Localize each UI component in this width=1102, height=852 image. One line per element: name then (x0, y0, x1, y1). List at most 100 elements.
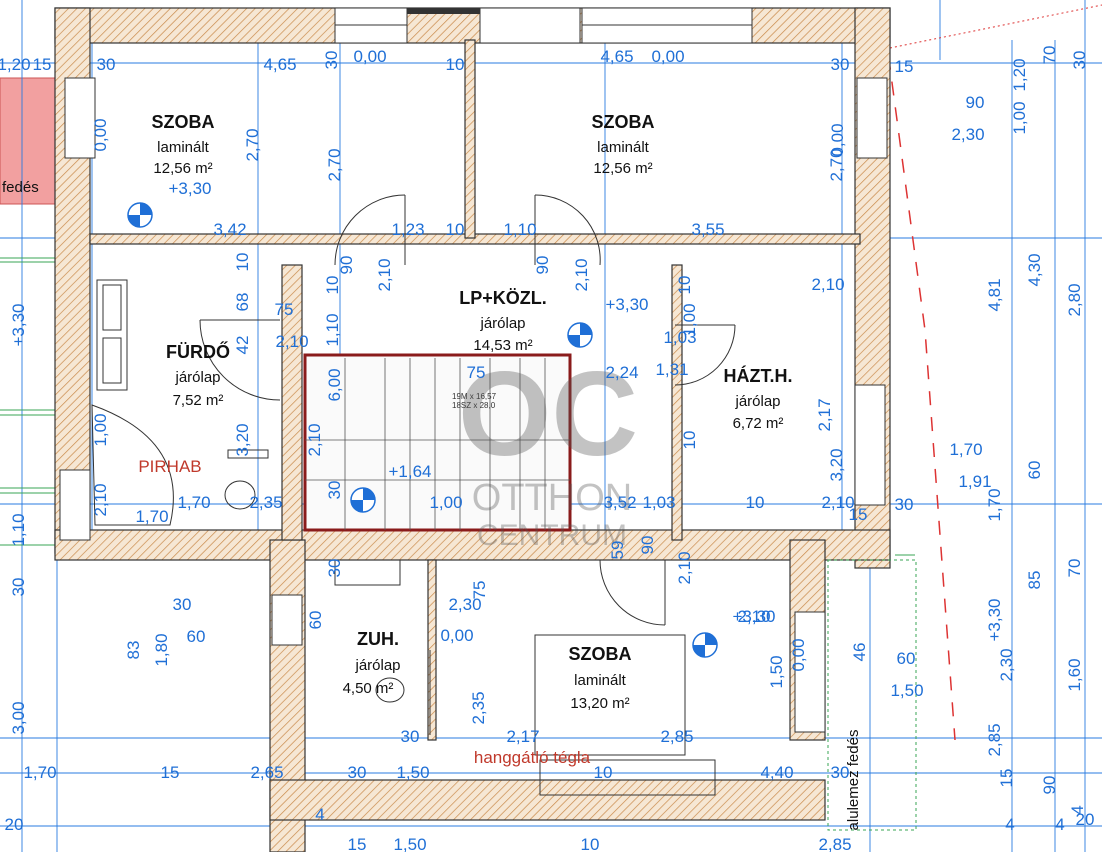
room-name: SZOBA (592, 112, 655, 132)
dimension-label: 4 (1055, 815, 1064, 834)
dimension-label: 1,91 (958, 472, 991, 491)
dimension-label: +3,30 (9, 303, 28, 346)
dimension-label: 30 (831, 763, 850, 782)
svg-text:CENTRUM: CENTRUM (477, 519, 627, 552)
dimension-label: 0,00 (353, 47, 386, 66)
dimension-label: 1,31 (655, 360, 688, 379)
room-level: +3,30 (168, 179, 211, 198)
dimension-label: 90 (966, 93, 985, 112)
dimension-label: 2,70 (325, 148, 344, 181)
dimension-label: 30 (322, 51, 341, 70)
room-area: 4,50 m² (343, 680, 394, 697)
dimension-label: 30 (9, 578, 28, 597)
dimension-label: 30 (1070, 51, 1089, 70)
dimension-label: 1,70 (949, 440, 982, 459)
dimension-label: 1,70 (177, 493, 210, 512)
dimension-label: 2,70 (243, 128, 262, 161)
dimension-label: 1,50 (890, 681, 923, 700)
dimension-label: 1,10 (323, 313, 342, 346)
room-name: LP+KÖZL. (459, 288, 547, 308)
room-floor: laminált (597, 139, 650, 156)
room-floor: laminált (157, 139, 210, 156)
dimension-label: 10 (233, 253, 252, 272)
room-floor: járólap (734, 393, 780, 410)
dimension-label: 1,70 (985, 488, 1004, 521)
dimension-label: 2,30 (997, 648, 1016, 681)
dimension-label: 42 (233, 336, 252, 355)
dimension-label: 4,30 (1025, 253, 1044, 286)
room-name: HÁZT.H. (724, 365, 793, 386)
dimension-label: 2,17 (815, 398, 834, 431)
dimension-label: 2,85 (660, 727, 693, 746)
dimension-label: 30 (325, 559, 344, 578)
dimension-label: 1,20 (1010, 58, 1029, 91)
dimension-label: 90 (638, 536, 657, 555)
dimension-label: 2,10 (91, 483, 110, 516)
dimension-label: 46 (850, 643, 869, 662)
dimension-label: 10 (323, 276, 342, 295)
dimension-label: 1,00 (429, 493, 462, 512)
dimension-label: 2,35 (469, 691, 488, 724)
dimension-label: 3,55 (691, 220, 724, 239)
dimension-label: 1,70 (23, 763, 56, 782)
dimension-label: 30 (895, 495, 914, 514)
dimension-label: 30 (325, 481, 344, 500)
dimension-label: 2,70 (827, 148, 846, 181)
dimension-label: 2,85 (818, 835, 851, 852)
dimension-label: 1,60 (1065, 658, 1084, 691)
dimension-label: 2,10 (675, 551, 694, 584)
dimension-label: 10 (446, 55, 465, 74)
dimension-label: 0,00 (91, 118, 110, 151)
dimension-label: +3,30 (985, 598, 1004, 641)
dimension-label: 70 (1040, 46, 1059, 65)
dimension-label: 1,03 (642, 493, 675, 512)
dimension-label: 60 (1025, 461, 1044, 480)
dimension-label: 3,42 (213, 220, 246, 239)
dimension-label: 1,23 (391, 220, 424, 239)
dimension-label: 30 (348, 763, 367, 782)
room-floor: járólap (174, 369, 220, 386)
dimension-label: 4,40 (760, 763, 793, 782)
dimension-label: 1,10 (503, 220, 536, 239)
dimension-label: 2,10 (572, 258, 591, 291)
dimension-label: 1,03 (663, 328, 696, 347)
dimension-label: 1,50 (396, 763, 429, 782)
dimension-label: 75 (467, 363, 486, 382)
dimension-label: 2,30 (951, 125, 984, 144)
dimension-label: 2,35 (249, 493, 282, 512)
dimension-label: 1,50 (393, 835, 426, 852)
dimension-label: 2,24 (605, 363, 638, 382)
dimension-label: 1,50 (767, 655, 786, 688)
dimension-label: 3,20 (827, 448, 846, 481)
dimension-label: 3,52 (603, 493, 636, 512)
dimension-label: 30 (97, 55, 116, 74)
room-area: 7,52 m² (173, 392, 224, 409)
dimension-label: 15 (33, 55, 52, 74)
dimension-label: 70 (1065, 559, 1084, 578)
dimension-label: 2,80 (1065, 283, 1084, 316)
dimension-label: 0,00 (651, 47, 684, 66)
dimension-label: 59 (608, 541, 627, 560)
dimension-label: 75 (275, 300, 294, 319)
room-area: 12,56 m² (593, 160, 652, 177)
fedes-label: fedés (2, 179, 39, 196)
pirhab-label: PIRHAB (138, 457, 201, 476)
room-name: FÜRDŐ (166, 341, 230, 362)
dimension-label: 83 (124, 641, 143, 660)
red-dotted-line (889, 4, 1102, 49)
dimension-label: 1,00 (91, 413, 110, 446)
dimension-label: 6,00 (325, 368, 344, 401)
dimension-label: 2,10 (375, 258, 394, 291)
dimension-label: 10 (746, 493, 765, 512)
room-name: SZOBA (569, 644, 632, 664)
dimension-label: 2,10 (811, 275, 844, 294)
hanggatlo-label: hanggátló tégla (474, 748, 591, 767)
dimension-label: 1,70 (135, 507, 168, 526)
dimension-label: 30 (831, 55, 850, 74)
room-floor: járólap (354, 657, 400, 674)
dimension-label: 10 (594, 763, 613, 782)
dimension-label: 10 (680, 431, 699, 450)
room-area: 12,56 m² (153, 160, 212, 177)
stair-level: +1,64 (388, 462, 431, 481)
dimension-label: 15 (895, 57, 914, 76)
